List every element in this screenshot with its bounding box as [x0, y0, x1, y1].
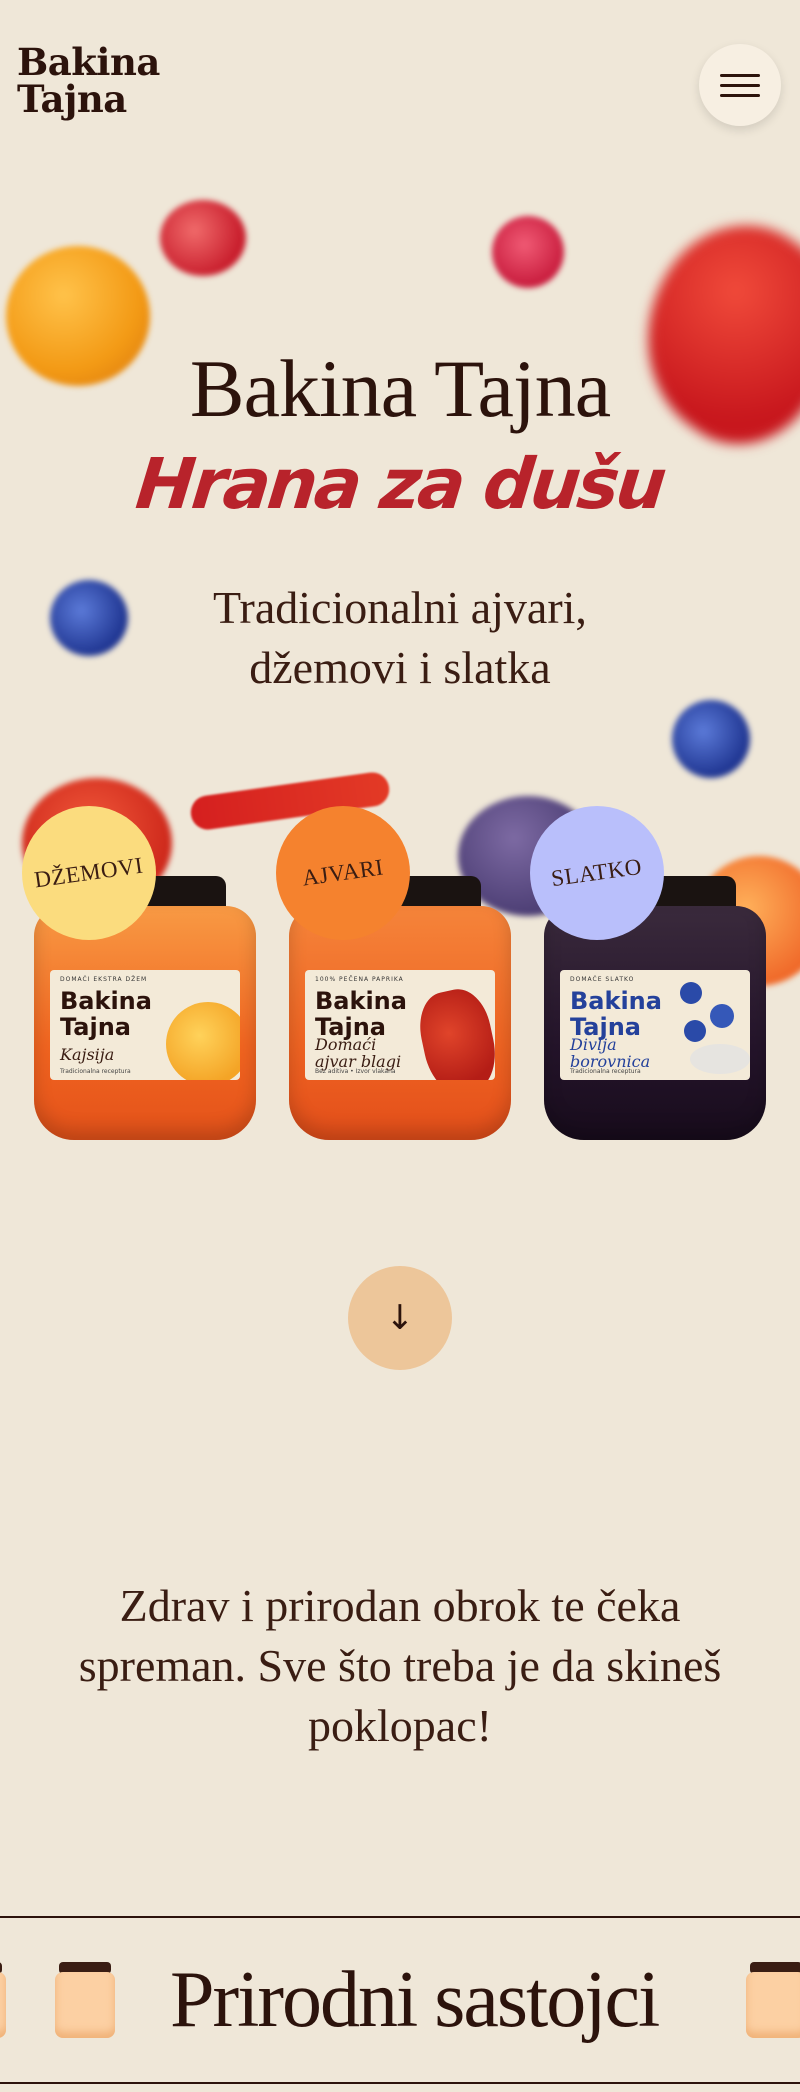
arrow-down-icon: ↓ — [385, 1298, 415, 1338]
blurb-line-3: poklopac! — [308, 1700, 492, 1751]
scroll-down-button[interactable]: ↓ — [348, 1266, 452, 1370]
jar-label-footer: Tradicionalna receptura — [60, 1068, 131, 1075]
jar-label: DOMAĆE SLATKO Bakina Tajna Divlja borovn… — [560, 970, 750, 1080]
category-badge-slatko[interactable]: SLATKO — [530, 806, 664, 940]
badge-label: DŽEMOVI — [32, 852, 145, 893]
site-logo[interactable]: Bakina Tajna — [17, 44, 160, 118]
jar-icon — [0, 1962, 6, 2038]
blueberries-illustration — [680, 982, 702, 1004]
jar-brand: Bakina Tajna — [570, 987, 662, 1041]
jar-label-top: DOMAĆE SLATKO — [570, 976, 635, 983]
hero-tagline: Hrana za dušu — [132, 443, 668, 525]
marquee-text: Prirodni sastojci — [170, 1956, 660, 2044]
blueberry-fruit-decoration-2 — [672, 700, 750, 778]
jar-label-footer: Bez aditiva • Izvor vlakana — [315, 1068, 396, 1075]
hamburger-menu-icon[interactable] — [699, 44, 781, 126]
hero-title: Bakina Tajna — [189, 343, 611, 434]
logo-line-1: Bakina — [17, 40, 160, 84]
jar-label: 100% PEČENA PAPRIKA Bakina Tajna Domaći … — [305, 970, 495, 1080]
hero-subtitle-line-1: Tradicionalni ajvari, — [213, 582, 587, 633]
apricot-illustration — [166, 1002, 240, 1080]
hero-subtitle: Tradicionalni ajvari, džemovi i slatka — [0, 578, 800, 698]
jar-flavor: Divlja borovnica — [570, 1035, 651, 1071]
raspberry-fruit-decoration — [492, 216, 564, 288]
logo-line-2: Tajna — [17, 77, 127, 121]
spoon-illustration — [690, 1044, 750, 1074]
badge-label: SLATKO — [550, 853, 644, 892]
rosehip-fruit-decoration — [160, 200, 246, 276]
category-badge-ajvari[interactable]: AJVARI — [276, 806, 410, 940]
jar-icon — [746, 1962, 800, 2038]
blurb-line-1: Zdrav i prirodan obrok te čeka — [119, 1580, 681, 1631]
jar-icon — [55, 1962, 115, 2038]
blueberries-illustration-3 — [684, 1020, 706, 1042]
hero-subtitle-line-2: džemovi i slatka — [249, 642, 551, 693]
blurb-line-2: spreman. Sve što treba je da skineš — [78, 1640, 722, 1691]
jar-label: DOMAĆI EKSTRA DŽEM Bakina Tajna Kajsija … — [50, 970, 240, 1080]
jar-brand: Bakina Tajna — [315, 987, 407, 1041]
badge-label: AJVARI — [300, 854, 386, 891]
jar-flavor: Domaći ajvar blagi — [315, 1035, 402, 1071]
ingredients-marquee: Prirodni sastojci — [0, 1916, 800, 2084]
roasted-pepper-illustration — [412, 983, 495, 1080]
jar-brand: Bakina Tajna — [60, 987, 152, 1041]
blueberries-illustration-2 — [710, 1004, 734, 1028]
category-badge-dzemovi[interactable]: DŽEMOVI — [22, 806, 156, 940]
intro-blurb: Zdrav i prirodan obrok te čeka spreman. … — [20, 1576, 780, 1756]
jar-label-top: 100% PEČENA PAPRIKA — [315, 976, 404, 983]
jar-label-footer: Tradicionalna receptura — [570, 1068, 641, 1075]
jar-label-top: DOMAĆI EKSTRA DŽEM — [60, 976, 148, 983]
jar-flavor: Kajsija — [60, 1045, 115, 1064]
